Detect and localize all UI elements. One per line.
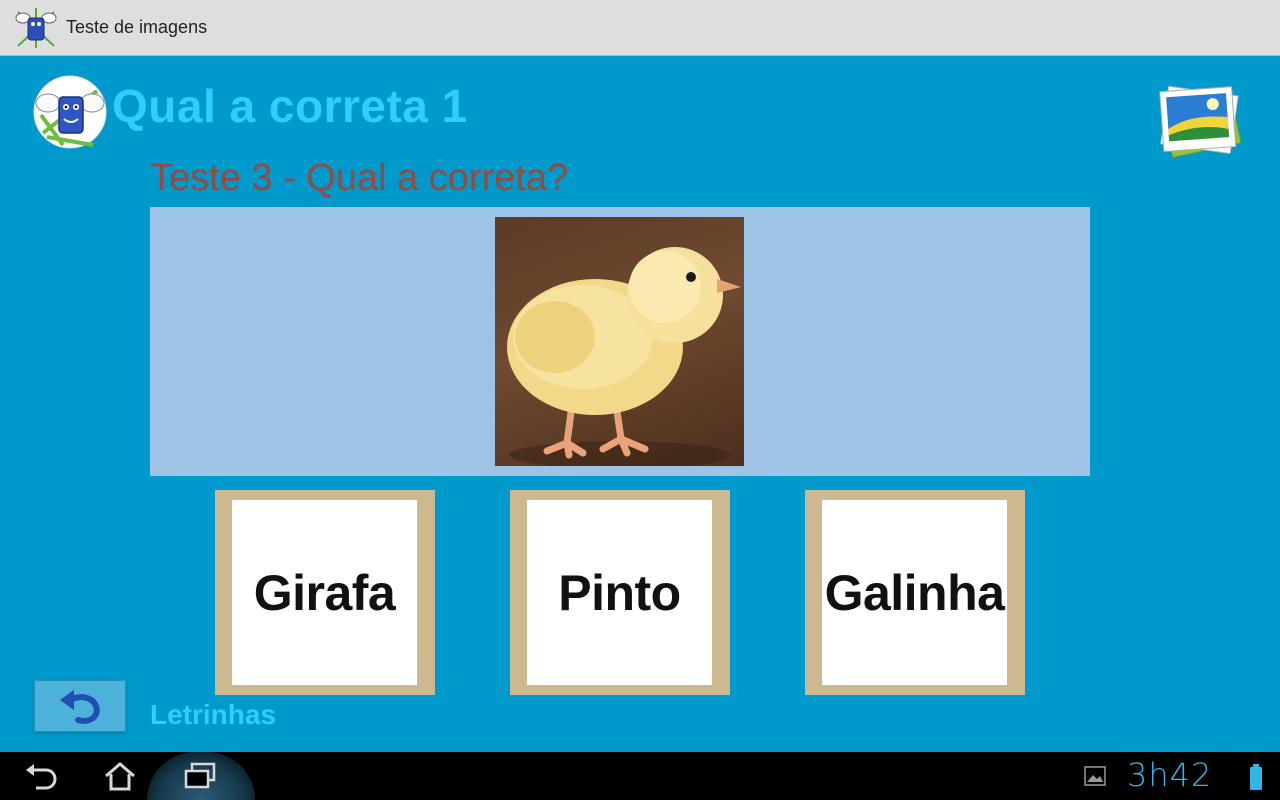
back-button[interactable]	[34, 680, 126, 732]
gallery-notification-icon[interactable]	[1084, 766, 1106, 786]
chick-illustration	[507, 247, 741, 466]
mascot-logo-icon	[33, 75, 107, 149]
app-titlebar: Teste de imagens	[0, 0, 1280, 56]
status-clock[interactable]: 3h42	[1127, 756, 1212, 794]
question-image-panel	[150, 207, 1090, 476]
footer-label[interactable]: Letrinhas	[150, 699, 276, 731]
app-mascot-icon	[15, 8, 57, 48]
nav-recents-icon[interactable]	[182, 760, 218, 792]
system-navbar: 3h42	[0, 752, 1280, 800]
choice-card-galinha[interactable]: Galinha	[805, 490, 1025, 695]
choice-card-pinto[interactable]: Pinto	[510, 490, 730, 695]
undo-arrow-icon	[60, 690, 100, 724]
page-title: Qual a correta 1	[112, 80, 468, 132]
choice-card-face: Girafa	[232, 500, 417, 685]
nav-back-icon[interactable]	[22, 760, 58, 792]
app-title: Teste de imagens	[66, 17, 208, 37]
battery-icon	[1250, 764, 1262, 790]
choice-card-face: Pinto	[527, 500, 712, 685]
nav-home-icon[interactable]	[102, 760, 138, 792]
choice-label: Pinto	[558, 564, 681, 621]
chick-image	[495, 217, 744, 466]
choice-card-face: Galinha	[822, 500, 1007, 685]
choice-card-girafa[interactable]: Girafa	[215, 490, 435, 695]
choice-label: Girafa	[253, 564, 396, 621]
question-text: Teste 3 - Qual a correta?	[150, 157, 569, 199]
main-content: Qual a correta 1 Teste 3 - Qual a corret…	[0, 57, 1280, 752]
choice-label: Galinha	[824, 564, 1005, 621]
photo-stack-icon[interactable]	[1150, 73, 1250, 173]
